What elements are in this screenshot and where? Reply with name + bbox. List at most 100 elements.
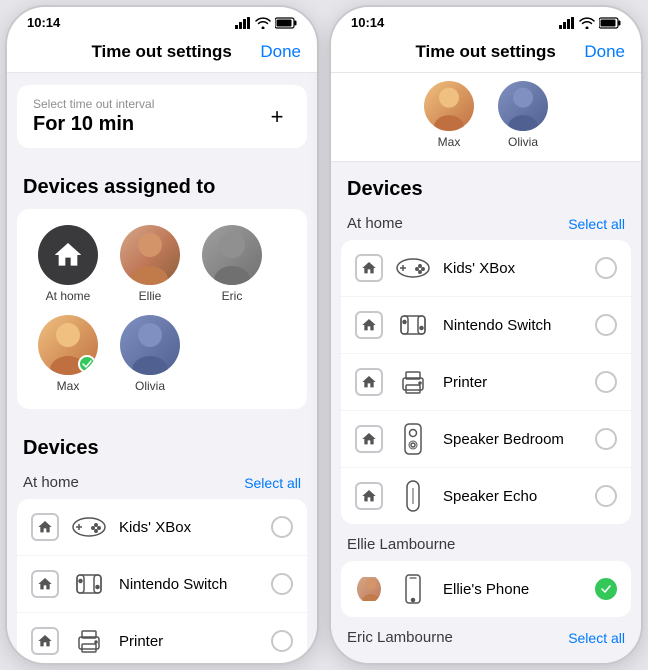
check-badge-max (78, 355, 96, 373)
ellie-avatar-small (357, 575, 381, 603)
home-mini-xbox-2 (355, 254, 383, 282)
time-interval-card: Select time out interval For 10 min + (17, 85, 307, 148)
echo-svg (404, 480, 422, 512)
scroll-content-2: Devices At home Select all (331, 162, 641, 663)
battery-icon (275, 17, 297, 29)
person-silhouette-olivia (125, 315, 175, 375)
select-all-home-2[interactable]: Select all (568, 216, 625, 232)
avatar-label-ellie: Ellie (139, 289, 162, 303)
person-silhouette-eric (207, 225, 257, 285)
home-icon-printer-2 (361, 374, 377, 390)
device-toggle-speaker-echo[interactable] (595, 485, 617, 507)
gamepad-icon (71, 515, 107, 539)
nav-bar-2: Time out settings Done (331, 34, 641, 73)
time-interval-value: For 10 min (33, 113, 154, 136)
home-small-icon (37, 519, 53, 535)
device-row-ellies-phone[interactable]: Ellie's Phone (341, 561, 631, 617)
phone-2: 10:14 (329, 5, 643, 665)
device-name-speaker-echo: Speaker Echo (443, 488, 585, 505)
devices-location-home-2: At home Select all (341, 211, 631, 240)
checkmark-icon (82, 360, 92, 368)
device-card-home-1: Kids' XBox (17, 499, 307, 663)
device-row-switch-2[interactable]: Nintendo Switch (341, 297, 631, 354)
home-mini-icon-switch-1 (31, 570, 59, 598)
home-mini-speaker-bedroom (355, 425, 383, 453)
top-avatar-olivia[interactable]: Olivia (498, 81, 548, 149)
printer-icon-2 (393, 366, 433, 398)
home-mini-printer-2 (355, 368, 383, 396)
echo-icon (393, 480, 433, 512)
done-button-2[interactable]: Done (584, 42, 625, 62)
avatar-item-eric[interactable]: Eric (197, 225, 267, 303)
device-row-xbox-2[interactable]: Kids' XBox (341, 240, 631, 297)
top-scroll-avatars: Max Olivia (331, 73, 641, 162)
home-mini-speaker-echo (355, 482, 383, 510)
status-time-2: 10:14 (351, 15, 384, 30)
person-silhouette-max-top (424, 81, 474, 131)
speaker-svg (401, 423, 425, 455)
location-label-eric: Eric Lambourne (347, 629, 453, 646)
check-icon-active (601, 585, 611, 593)
speaker-bedroom-icon (393, 423, 433, 455)
device-toggle-speaker-bedroom[interactable] (595, 428, 617, 450)
device-row-speaker-bedroom[interactable]: Speaker Bedroom (341, 411, 631, 468)
person-silhouette-olivia-top (498, 81, 548, 131)
device-row-speaker-echo[interactable]: Speaker Echo (341, 468, 631, 524)
status-icons-2 (559, 17, 621, 29)
switch-svg-2 (395, 313, 431, 337)
avatar-item-max[interactable]: Max (33, 315, 103, 393)
avatar-circle-max (38, 315, 98, 375)
avatar-item-ellie[interactable]: Ellie (115, 225, 185, 303)
add-time-button[interactable]: + (263, 103, 291, 131)
phone-1: 10:14 (5, 5, 319, 665)
home-icon-speaker-echo (361, 488, 377, 504)
device-toggle-xbox-1[interactable] (271, 516, 293, 538)
avatar-circle-ellie (120, 225, 180, 285)
wifi-icon-2 (579, 17, 595, 29)
top-avatar-max[interactable]: Max (424, 81, 474, 149)
device-name-switch-1: Nintendo Switch (119, 576, 261, 593)
wifi-icon (255, 17, 271, 29)
done-button-1[interactable]: Done (260, 42, 301, 62)
devices-section-header-2: Devices (331, 162, 641, 211)
gamepad-icon-xbox-2 (393, 252, 433, 284)
device-name-ellies-phone: Ellie's Phone (443, 581, 585, 598)
device-toggle-ellies-phone[interactable] (595, 578, 617, 600)
devices-location-home-1: At home Select all (17, 470, 307, 499)
signal-icon (235, 17, 251, 29)
home-icon-speaker-bedroom (361, 431, 377, 447)
device-row-xbox-1[interactable]: Kids' XBox (17, 499, 307, 556)
gamepad-svg-2 (395, 256, 431, 280)
avatar-label-home: At home (46, 289, 91, 303)
top-avatar-circle-max (424, 81, 474, 131)
device-toggle-switch-1[interactable] (271, 573, 293, 595)
home-icon (52, 239, 84, 271)
time-interval-label: Select time out interval (33, 97, 154, 111)
select-all-home-1[interactable]: Select all (244, 475, 301, 491)
device-name-speaker-bedroom: Speaker Bedroom (443, 431, 585, 448)
nav-bar-1: Time out settings Done (7, 34, 317, 73)
device-toggle-xbox-2[interactable] (595, 257, 617, 279)
nintendo-switch-icon (71, 572, 107, 596)
avatars-grid: At home Ellie (33, 225, 291, 393)
device-row-switch-1[interactable]: Nintendo Switch (17, 556, 307, 613)
device-toggle-printer-1[interactable] (271, 630, 293, 652)
top-avatar-label-olivia: Olivia (508, 135, 538, 149)
status-time-1: 10:14 (27, 15, 60, 30)
device-toggle-printer-2[interactable] (595, 371, 617, 393)
device-toggle-switch-2[interactable] (595, 314, 617, 336)
top-avatar-circle-olivia (498, 81, 548, 131)
status-icons-1 (235, 17, 297, 29)
device-name-printer-1: Printer (119, 633, 261, 650)
home-small-icon-2 (37, 576, 53, 592)
devices-location-ellie: Ellie Lambourne (341, 532, 631, 561)
devices-section-header-1: Devices (7, 421, 317, 470)
avatar-item-olivia[interactable]: Olivia (115, 315, 185, 393)
location-label-ellie: Ellie Lambourne (347, 536, 455, 553)
device-row-printer-1[interactable]: Printer (17, 613, 307, 663)
status-bar-1: 10:14 (7, 7, 317, 34)
device-row-printer-2[interactable]: Printer (341, 354, 631, 411)
select-all-eric[interactable]: Select all (568, 630, 625, 646)
location-label-home-1: At home (23, 474, 79, 491)
avatar-item-home[interactable]: At home (33, 225, 103, 303)
